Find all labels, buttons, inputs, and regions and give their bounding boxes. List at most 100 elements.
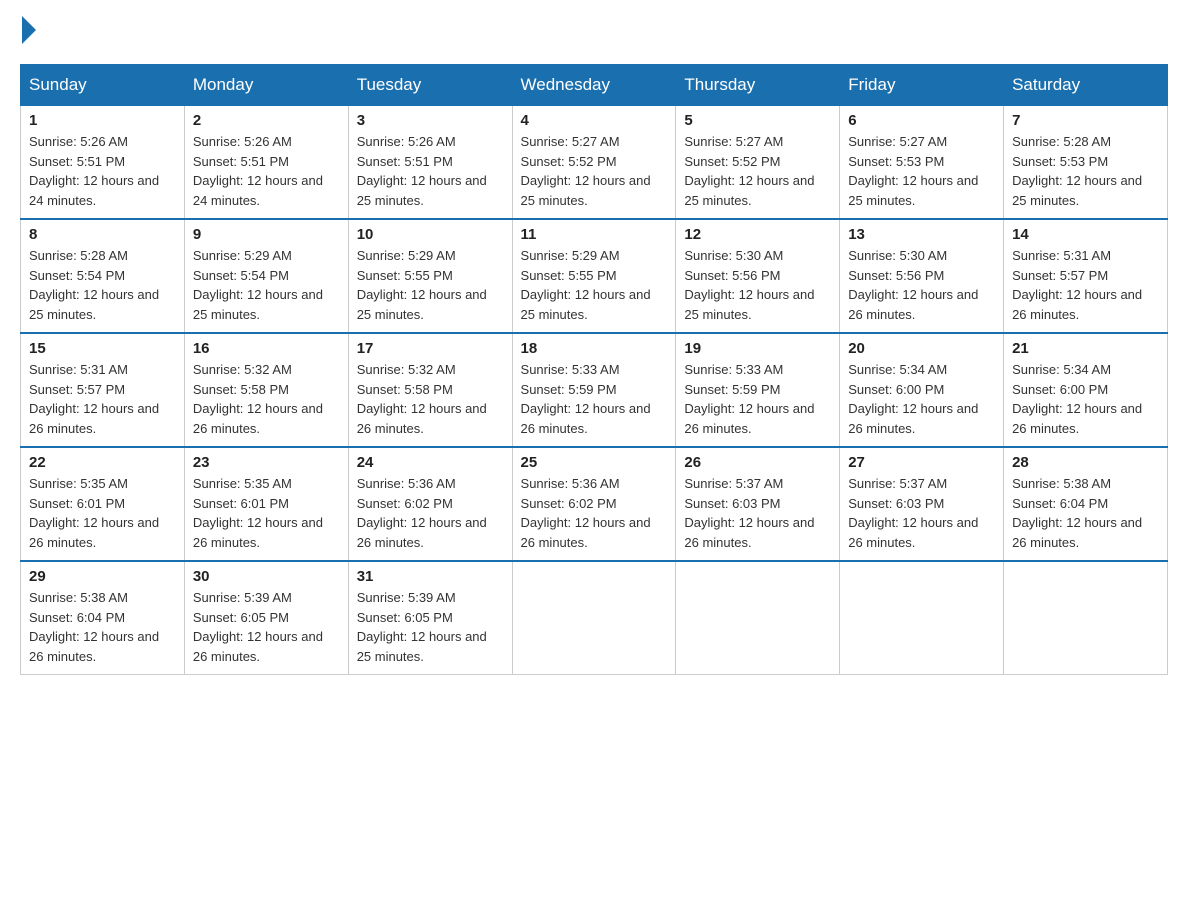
day-number: 25 <box>521 454 668 471</box>
calendar-day-cell: 4 Sunrise: 5:27 AMSunset: 5:52 PMDayligh… <box>512 106 676 220</box>
calendar-day-cell: 17 Sunrise: 5:32 AMSunset: 5:58 PMDaylig… <box>348 333 512 447</box>
day-number: 2 <box>193 112 340 129</box>
day-info: Sunrise: 5:34 AMSunset: 6:00 PMDaylight:… <box>1012 360 1159 438</box>
day-number: 15 <box>29 340 176 357</box>
day-number: 13 <box>848 226 995 243</box>
day-info: Sunrise: 5:38 AMSunset: 6:04 PMDaylight:… <box>1012 474 1159 552</box>
day-number: 31 <box>357 568 504 585</box>
calendar-day-cell: 10 Sunrise: 5:29 AMSunset: 5:55 PMDaylig… <box>348 219 512 333</box>
day-info: Sunrise: 5:36 AMSunset: 6:02 PMDaylight:… <box>357 474 504 552</box>
day-info: Sunrise: 5:27 AMSunset: 5:52 PMDaylight:… <box>684 132 831 210</box>
calendar-day-cell: 16 Sunrise: 5:32 AMSunset: 5:58 PMDaylig… <box>184 333 348 447</box>
calendar-day-cell: 21 Sunrise: 5:34 AMSunset: 6:00 PMDaylig… <box>1004 333 1168 447</box>
calendar-week-row: 29 Sunrise: 5:38 AMSunset: 6:04 PMDaylig… <box>21 561 1168 675</box>
col-thursday: Thursday <box>676 65 840 106</box>
day-info: Sunrise: 5:36 AMSunset: 6:02 PMDaylight:… <box>521 474 668 552</box>
day-number: 14 <box>1012 226 1159 243</box>
day-info: Sunrise: 5:33 AMSunset: 5:59 PMDaylight:… <box>521 360 668 438</box>
calendar-day-cell: 15 Sunrise: 5:31 AMSunset: 5:57 PMDaylig… <box>21 333 185 447</box>
calendar-day-cell <box>1004 561 1168 675</box>
day-number: 18 <box>521 340 668 357</box>
calendar-day-cell: 26 Sunrise: 5:37 AMSunset: 6:03 PMDaylig… <box>676 447 840 561</box>
calendar-week-row: 22 Sunrise: 5:35 AMSunset: 6:01 PMDaylig… <box>21 447 1168 561</box>
day-info: Sunrise: 5:37 AMSunset: 6:03 PMDaylight:… <box>848 474 995 552</box>
day-number: 20 <box>848 340 995 357</box>
logo <box>20 20 36 44</box>
calendar-day-cell: 11 Sunrise: 5:29 AMSunset: 5:55 PMDaylig… <box>512 219 676 333</box>
calendar-day-cell: 3 Sunrise: 5:26 AMSunset: 5:51 PMDayligh… <box>348 106 512 220</box>
calendar-day-cell: 12 Sunrise: 5:30 AMSunset: 5:56 PMDaylig… <box>676 219 840 333</box>
logo-arrow-icon <box>22 16 36 44</box>
day-number: 16 <box>193 340 340 357</box>
day-number: 12 <box>684 226 831 243</box>
day-info: Sunrise: 5:26 AMSunset: 5:51 PMDaylight:… <box>357 132 504 210</box>
day-info: Sunrise: 5:26 AMSunset: 5:51 PMDaylight:… <box>29 132 176 210</box>
day-info: Sunrise: 5:37 AMSunset: 6:03 PMDaylight:… <box>684 474 831 552</box>
day-info: Sunrise: 5:35 AMSunset: 6:01 PMDaylight:… <box>193 474 340 552</box>
calendar-day-cell: 18 Sunrise: 5:33 AMSunset: 5:59 PMDaylig… <box>512 333 676 447</box>
calendar-week-row: 8 Sunrise: 5:28 AMSunset: 5:54 PMDayligh… <box>21 219 1168 333</box>
page-header <box>20 20 1168 44</box>
calendar-day-cell: 2 Sunrise: 5:26 AMSunset: 5:51 PMDayligh… <box>184 106 348 220</box>
day-info: Sunrise: 5:32 AMSunset: 5:58 PMDaylight:… <box>357 360 504 438</box>
day-info: Sunrise: 5:27 AMSunset: 5:53 PMDaylight:… <box>848 132 995 210</box>
day-info: Sunrise: 5:30 AMSunset: 5:56 PMDaylight:… <box>848 246 995 324</box>
calendar-day-cell: 6 Sunrise: 5:27 AMSunset: 5:53 PMDayligh… <box>840 106 1004 220</box>
day-info: Sunrise: 5:35 AMSunset: 6:01 PMDaylight:… <box>29 474 176 552</box>
day-number: 5 <box>684 112 831 129</box>
day-number: 30 <box>193 568 340 585</box>
day-info: Sunrise: 5:29 AMSunset: 5:55 PMDaylight:… <box>521 246 668 324</box>
day-number: 23 <box>193 454 340 471</box>
calendar-day-cell: 5 Sunrise: 5:27 AMSunset: 5:52 PMDayligh… <box>676 106 840 220</box>
calendar-day-cell: 24 Sunrise: 5:36 AMSunset: 6:02 PMDaylig… <box>348 447 512 561</box>
calendar-day-cell: 31 Sunrise: 5:39 AMSunset: 6:05 PMDaylig… <box>348 561 512 675</box>
calendar-day-cell: 8 Sunrise: 5:28 AMSunset: 5:54 PMDayligh… <box>21 219 185 333</box>
calendar-day-cell: 29 Sunrise: 5:38 AMSunset: 6:04 PMDaylig… <box>21 561 185 675</box>
day-info: Sunrise: 5:31 AMSunset: 5:57 PMDaylight:… <box>29 360 176 438</box>
day-info: Sunrise: 5:39 AMSunset: 6:05 PMDaylight:… <box>193 588 340 666</box>
calendar-day-cell: 27 Sunrise: 5:37 AMSunset: 6:03 PMDaylig… <box>840 447 1004 561</box>
calendar-day-cell: 9 Sunrise: 5:29 AMSunset: 5:54 PMDayligh… <box>184 219 348 333</box>
day-number: 28 <box>1012 454 1159 471</box>
day-number: 29 <box>29 568 176 585</box>
day-info: Sunrise: 5:39 AMSunset: 6:05 PMDaylight:… <box>357 588 504 666</box>
calendar-day-cell: 20 Sunrise: 5:34 AMSunset: 6:00 PMDaylig… <box>840 333 1004 447</box>
day-number: 19 <box>684 340 831 357</box>
day-number: 9 <box>193 226 340 243</box>
day-info: Sunrise: 5:31 AMSunset: 5:57 PMDaylight:… <box>1012 246 1159 324</box>
day-number: 10 <box>357 226 504 243</box>
day-number: 1 <box>29 112 176 129</box>
calendar-day-cell: 25 Sunrise: 5:36 AMSunset: 6:02 PMDaylig… <box>512 447 676 561</box>
calendar-day-cell <box>676 561 840 675</box>
day-number: 3 <box>357 112 504 129</box>
day-info: Sunrise: 5:29 AMSunset: 5:55 PMDaylight:… <box>357 246 504 324</box>
day-info: Sunrise: 5:28 AMSunset: 5:54 PMDaylight:… <box>29 246 176 324</box>
day-info: Sunrise: 5:30 AMSunset: 5:56 PMDaylight:… <box>684 246 831 324</box>
day-info: Sunrise: 5:27 AMSunset: 5:52 PMDaylight:… <box>521 132 668 210</box>
calendar-day-cell: 1 Sunrise: 5:26 AMSunset: 5:51 PMDayligh… <box>21 106 185 220</box>
col-saturday: Saturday <box>1004 65 1168 106</box>
col-friday: Friday <box>840 65 1004 106</box>
calendar-header-row: Sunday Monday Tuesday Wednesday Thursday… <box>21 65 1168 106</box>
col-tuesday: Tuesday <box>348 65 512 106</box>
calendar-week-row: 15 Sunrise: 5:31 AMSunset: 5:57 PMDaylig… <box>21 333 1168 447</box>
day-info: Sunrise: 5:38 AMSunset: 6:04 PMDaylight:… <box>29 588 176 666</box>
calendar-day-cell: 13 Sunrise: 5:30 AMSunset: 5:56 PMDaylig… <box>840 219 1004 333</box>
col-wednesday: Wednesday <box>512 65 676 106</box>
day-number: 7 <box>1012 112 1159 129</box>
day-number: 4 <box>521 112 668 129</box>
day-info: Sunrise: 5:29 AMSunset: 5:54 PMDaylight:… <box>193 246 340 324</box>
calendar-week-row: 1 Sunrise: 5:26 AMSunset: 5:51 PMDayligh… <box>21 106 1168 220</box>
day-number: 6 <box>848 112 995 129</box>
calendar-day-cell: 22 Sunrise: 5:35 AMSunset: 6:01 PMDaylig… <box>21 447 185 561</box>
day-number: 8 <box>29 226 176 243</box>
day-number: 21 <box>1012 340 1159 357</box>
calendar-day-cell: 14 Sunrise: 5:31 AMSunset: 5:57 PMDaylig… <box>1004 219 1168 333</box>
day-number: 24 <box>357 454 504 471</box>
calendar-day-cell: 30 Sunrise: 5:39 AMSunset: 6:05 PMDaylig… <box>184 561 348 675</box>
col-monday: Monday <box>184 65 348 106</box>
calendar-day-cell <box>512 561 676 675</box>
col-sunday: Sunday <box>21 65 185 106</box>
calendar-day-cell: 23 Sunrise: 5:35 AMSunset: 6:01 PMDaylig… <box>184 447 348 561</box>
calendar-day-cell: 7 Sunrise: 5:28 AMSunset: 5:53 PMDayligh… <box>1004 106 1168 220</box>
